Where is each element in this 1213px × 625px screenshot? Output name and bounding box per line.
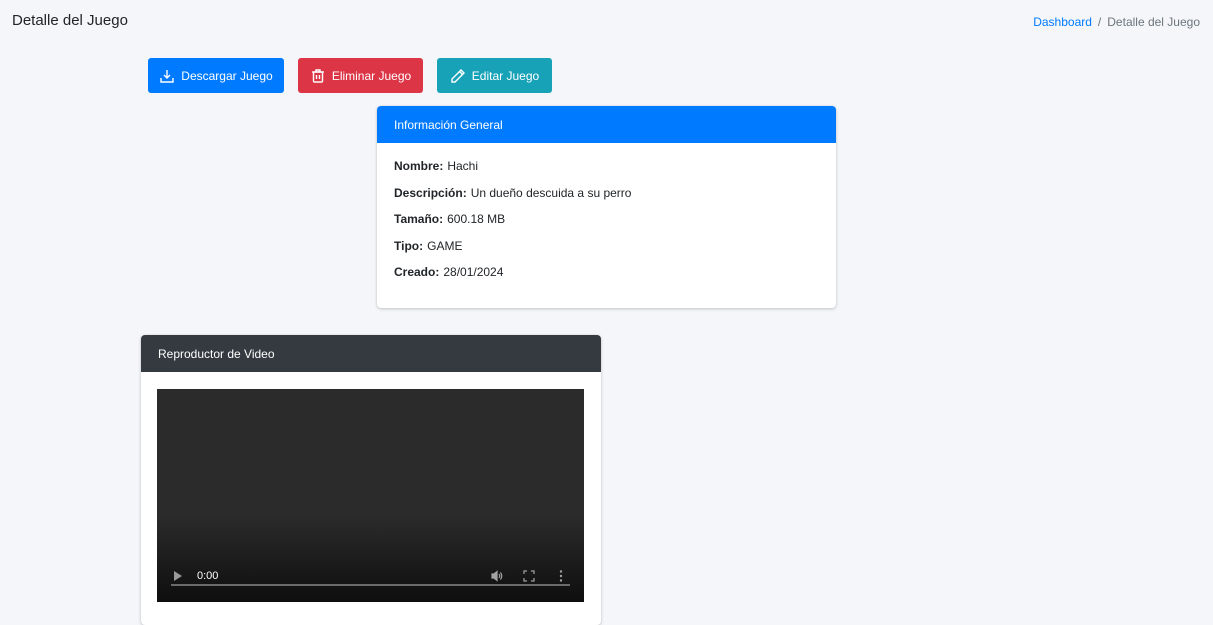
info-type-value: GAME	[427, 238, 463, 253]
pencil-icon	[451, 68, 465, 83]
breadcrumb-current: Detalle del Juego	[1107, 15, 1200, 29]
download-game-button[interactable]: Descargar Juego	[148, 58, 284, 93]
info-description-value: Un dueño descuida a su perro	[470, 185, 632, 200]
delete-game-button[interactable]: Eliminar Juego	[298, 58, 423, 93]
download-icon	[160, 69, 174, 83]
info-size: Tamaño: 600.18 MB	[394, 206, 819, 233]
video-player-card: Reproductor de Video 0:00	[141, 335, 601, 625]
info-description-label: Descripción:	[394, 185, 467, 200]
video-player[interactable]: 0:00	[157, 389, 584, 602]
video-progress-bar[interactable]	[171, 584, 570, 586]
page-title: Detalle del Juego	[12, 12, 128, 29]
video-time: 0:00	[197, 570, 219, 582]
info-type-label: Tipo:	[394, 238, 424, 253]
delete-game-label: Eliminar Juego	[331, 68, 412, 83]
more-options-icon[interactable]	[554, 569, 568, 583]
general-info-body: Nombre: Hachi Descripción: Un dueño desc…	[377, 143, 836, 296]
info-name-label: Nombre:	[394, 159, 444, 174]
info-size-label: Tamaño:	[394, 212, 444, 227]
info-size-value: 600.18 MB	[447, 212, 506, 227]
fullscreen-icon[interactable]	[522, 569, 536, 583]
breadcrumb-dashboard-link[interactable]: Dashboard	[1033, 15, 1092, 29]
info-created: Creado: 28/01/2024	[394, 259, 819, 286]
general-info-card: Información General Nombre: Hachi Descri…	[377, 106, 836, 308]
download-game-label: Descargar Juego	[181, 68, 273, 83]
breadcrumb-separator: /	[1097, 15, 1102, 29]
edit-game-label: Editar Juego	[471, 68, 540, 83]
info-name-value: Hachi	[447, 159, 479, 174]
info-description: Descripción: Un dueño descuida a su perr…	[394, 180, 819, 207]
video-player-header: Reproductor de Video	[141, 335, 601, 372]
edit-game-button[interactable]: Editar Juego	[437, 58, 552, 93]
info-created-value: 28/01/2024	[443, 265, 504, 280]
info-name: Nombre: Hachi	[394, 153, 819, 180]
info-type: Tipo: GAME	[394, 233, 819, 260]
general-info-header: Información General	[377, 106, 836, 143]
info-created-label: Creado:	[394, 265, 440, 280]
play-icon[interactable]	[173, 570, 183, 582]
trash-icon	[311, 68, 324, 83]
volume-icon[interactable]	[490, 569, 504, 583]
breadcrumb: Dashboard / Detalle del Juego	[1033, 15, 1200, 29]
